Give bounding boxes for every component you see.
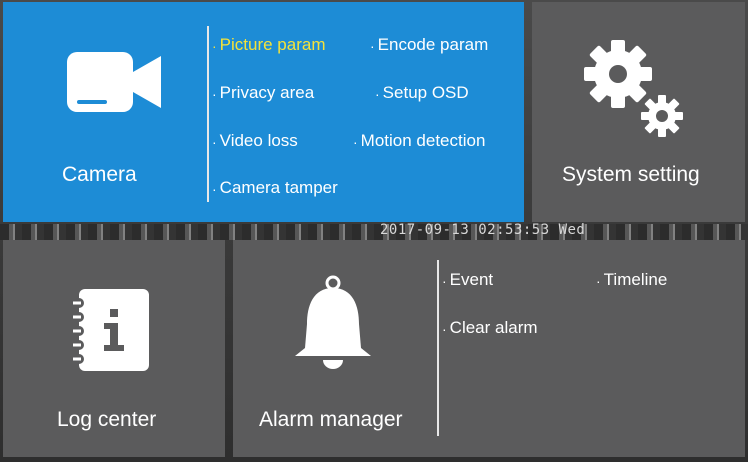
menu-item-label: Privacy area [219, 83, 315, 102]
camera-divider [207, 26, 209, 202]
menu-item-label: Encode param [377, 35, 489, 54]
notebook-info-icon [69, 287, 159, 373]
menu-item-label: Camera tamper [219, 178, 338, 197]
osd-timestamp: 2017-09-13 02:53:53 Wed [380, 222, 586, 238]
menu-item-label: Picture param [219, 35, 326, 54]
menu-item-event[interactable]: · Event [442, 270, 493, 290]
video-camera-icon [67, 50, 163, 114]
menu-item-motion-detection[interactable]: · Motion detection [353, 131, 485, 151]
alarm-manager-tile[interactable]: Alarm manager · Event · Timeline · Clear al… [233, 240, 745, 457]
camera-label: Camera [62, 163, 137, 186]
gears-icon [582, 38, 690, 142]
menu-item-privacy-area[interactable]: · Privacy area [212, 83, 314, 103]
log-center-tile[interactable]: Log center [3, 240, 225, 457]
system-setting-label: System setting [562, 163, 700, 186]
menu-item-camera-tamper[interactable]: · Camera tamper [212, 178, 338, 198]
menu-item-label: Timeline [603, 270, 668, 289]
menu-item-clear-alarm[interactable]: · Clear alarm [442, 318, 538, 338]
menu-item-label: Setup OSD [382, 83, 469, 102]
menu-item-label: Clear alarm [449, 318, 538, 337]
system-setting-tile[interactable]: System setting [532, 2, 745, 222]
log-center-label: Log center [57, 408, 157, 431]
camera-tile[interactable]: Camera · Picture param · Encode param · Pri… [3, 2, 524, 222]
menu-item-picture-param[interactable]: · Picture param [212, 35, 326, 55]
menu-item-setup-osd[interactable]: · Setup OSD [375, 83, 469, 103]
menu-item-encode-param[interactable]: · Encode param [370, 35, 488, 55]
alarm-divider [437, 260, 439, 436]
video-feed-strip [0, 224, 748, 240]
menu-item-label: Video loss [219, 131, 298, 150]
menu-item-label: Event [449, 270, 494, 289]
menu-item-timeline[interactable]: · Timeline [596, 270, 667, 290]
bell-icon [291, 274, 375, 370]
menu-item-label: Motion detection [360, 131, 486, 150]
alarm-manager-label: Alarm manager [259, 408, 403, 431]
menu-item-video-loss[interactable]: · Video loss [212, 131, 298, 151]
